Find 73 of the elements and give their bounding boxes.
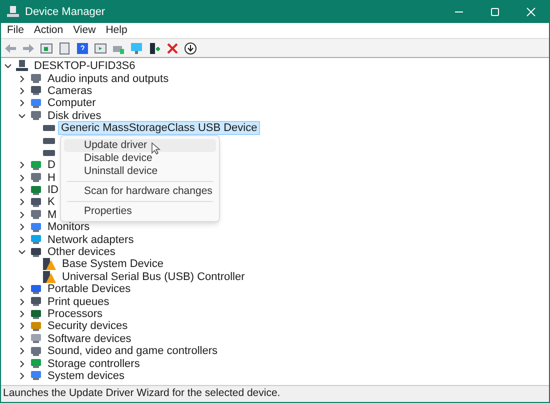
- device-add-icon[interactable]: [148, 42, 161, 54]
- tree-item[interactable]: Print queues: [46, 296, 112, 308]
- device-icon: [30, 85, 42, 96]
- tree-item[interactable]: Monitors: [46, 221, 92, 234]
- menu-item[interactable]: View: [70, 22, 99, 38]
- tree-item[interactable]: K: [46, 196, 57, 208]
- monitor-icon[interactable]: [130, 42, 143, 54]
- device-icon: [30, 160, 42, 171]
- tree-item[interactable]: Base System Device: [60, 258, 166, 270]
- close-icon: [526, 7, 536, 17]
- device-icon: [30, 196, 42, 208]
- help-icon[interactable]: [76, 42, 89, 54]
- remove-icon[interactable]: [166, 42, 179, 54]
- tree-item[interactable]: M: [46, 208, 59, 221]
- computer-icon: [16, 60, 28, 72]
- tree-item[interactable]: D: [46, 159, 58, 172]
- context-menu-item[interactable]: Update driver: [64, 139, 216, 152]
- tree-item[interactable]: Network adapters: [46, 234, 136, 246]
- device-icon: [30, 73, 42, 84]
- tree-item[interactable]: Software devices: [46, 332, 134, 345]
- tree-item[interactable]: Portable Devices: [46, 283, 133, 296]
- window-icon[interactable]: [94, 42, 107, 54]
- context-menu-item[interactable]: Properties: [64, 205, 216, 218]
- tree-item[interactable]: Disk drives: [46, 110, 104, 122]
- device-icon: [30, 296, 42, 308]
- device-icon: [30, 284, 42, 295]
- tree-item[interactable]: Computer: [46, 97, 98, 110]
- device-icon: [30, 222, 42, 233]
- tree-item[interactable]: Cameras: [46, 84, 94, 97]
- warning-device-icon: [43, 258, 56, 270]
- drive-icon: [43, 125, 55, 132]
- tree-item[interactable]: Universal Serial Bus (USB) Controller: [60, 270, 247, 283]
- tree-item[interactable]: Sound, video and game controllers: [46, 345, 220, 358]
- device-icon: [30, 370, 42, 382]
- device-icon: [30, 308, 42, 320]
- context-menu-item[interactable]: Uninstall device: [64, 165, 216, 178]
- menu-item[interactable]: Action: [30, 22, 66, 38]
- device-icon: [30, 110, 42, 122]
- tree-item[interactable]: Generic MassStorageClass USB Device: [59, 122, 260, 134]
- warning-device-icon: [43, 270, 56, 283]
- status-bar: Launches the Update Driver Wizard for the selected device.: [1, 385, 549, 402]
- tree-item[interactable]: Security devices: [46, 320, 130, 332]
- window-icon[interactable]: [40, 42, 53, 54]
- app-icon: [7, 6, 19, 18]
- tree-item[interactable]: System devices: [46, 370, 127, 382]
- tree-item[interactable]: Storage controllers: [46, 358, 142, 370]
- maximize-icon: [490, 7, 500, 17]
- device-icon: [30, 172, 42, 184]
- menu-item[interactable]: Help: [102, 22, 130, 38]
- tree-item[interactable]: H: [46, 172, 58, 184]
- tree-item[interactable]: Audio inputs and outputs: [46, 72, 171, 85]
- document-icon[interactable]: [58, 42, 71, 54]
- device-icon: [30, 246, 42, 258]
- device-icon: [30, 346, 42, 357]
- tree-item[interactable]: ID: [46, 184, 60, 196]
- tree-item[interactable]: Processors: [46, 308, 105, 320]
- device-icon: [30, 358, 42, 370]
- context-menu-item[interactable]: Disable device: [64, 152, 216, 165]
- device-icon: [30, 98, 42, 109]
- device-icon: [30, 320, 42, 332]
- drive-icon: [43, 138, 55, 144]
- context-menu-item[interactable]: Scan for hardware changes: [64, 185, 216, 198]
- device-icon: [30, 234, 42, 246]
- download-icon[interactable]: [184, 42, 197, 54]
- device-icon: [30, 209, 42, 220]
- device-icon: [30, 333, 42, 344]
- mouse-cursor-icon: [151, 142, 161, 155]
- drive-icon: [43, 150, 55, 156]
- window-title: Device Manager: [25, 4, 106, 20]
- menu-item[interactable]: File: [4, 22, 27, 38]
- tree-item[interactable]: Other devices: [46, 246, 118, 258]
- device-icon: [30, 184, 42, 196]
- tree-item[interactable]: DESKTOP-UFID3S6: [32, 60, 138, 72]
